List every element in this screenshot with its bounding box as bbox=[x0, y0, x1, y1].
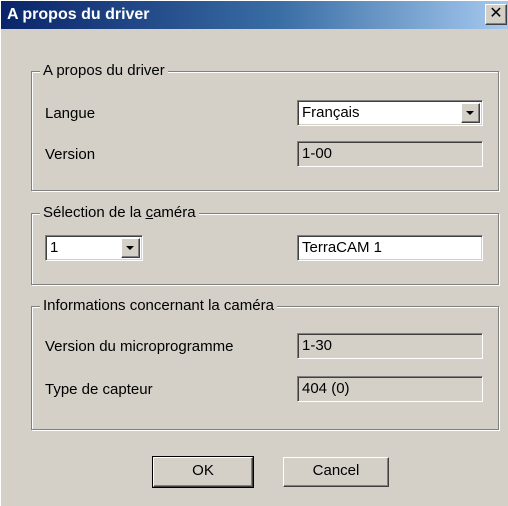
camera-selection-legend: Sélection de la caméra bbox=[40, 204, 199, 222]
about-driver-group: A propos du driver bbox=[31, 62, 499, 191]
language-select-value: Français bbox=[302, 104, 360, 121]
close-icon[interactable]: ✕ bbox=[485, 4, 507, 25]
cancel-button[interactable]: Cancel bbox=[283, 457, 389, 487]
about-driver-legend: A propos du driver bbox=[40, 62, 168, 80]
camera-index-value: 1 bbox=[50, 239, 59, 256]
sensor-type-field: 404 (0) bbox=[297, 376, 483, 402]
language-label: Langue bbox=[45, 105, 96, 122]
firmware-version-label: Version du microprogramme bbox=[45, 338, 234, 355]
window-title: A propos du driver bbox=[7, 6, 150, 23]
title-bar: A propos du driver ✕ bbox=[1, 1, 508, 29]
version-field: 1-00 bbox=[297, 141, 483, 167]
language-select[interactable]: Français bbox=[297, 100, 483, 126]
camera-info-legend: Informations concernant la caméra bbox=[40, 297, 277, 315]
sensor-type-label: Type de capteur bbox=[45, 381, 153, 398]
chevron-down-icon[interactable] bbox=[461, 103, 480, 123]
firmware-version-field: 1-30 bbox=[297, 333, 483, 359]
about-driver-dialog: A propos du driver ✕ A propos du driver … bbox=[0, 0, 508, 506]
camera-index-select[interactable]: 1 bbox=[45, 235, 143, 261]
camera-info-group: Informations concernant la caméra bbox=[31, 297, 499, 430]
ok-button[interactable]: OK bbox=[152, 456, 254, 488]
camera-name-field[interactable]: TerraCAM 1 bbox=[297, 235, 483, 261]
chevron-down-icon[interactable] bbox=[121, 238, 140, 258]
version-label: Version bbox=[45, 146, 96, 163]
